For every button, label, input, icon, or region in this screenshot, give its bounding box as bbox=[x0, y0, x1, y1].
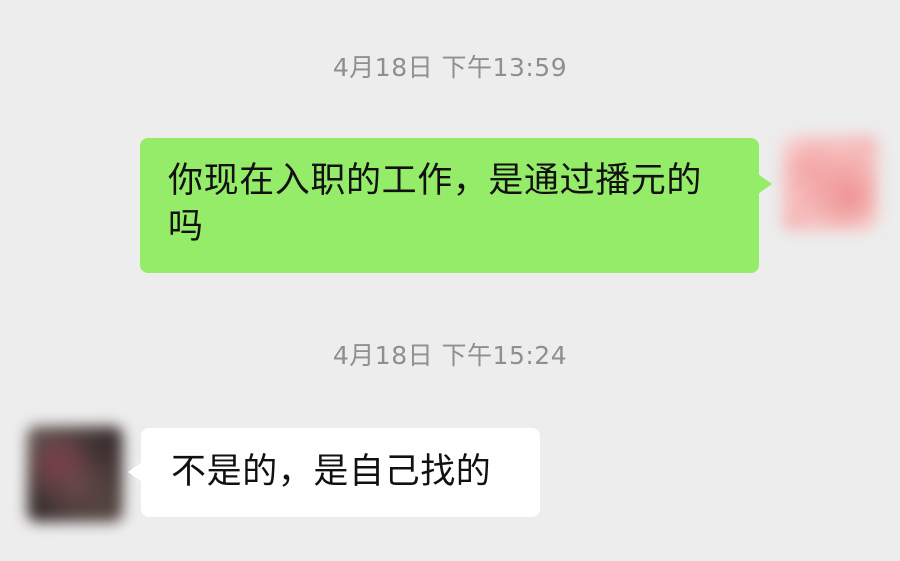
message-timestamp: 4月18日 下午13:59 bbox=[332, 53, 568, 82]
avatar-self[interactable] bbox=[782, 135, 878, 231]
incoming-message-bubble[interactable]: 不是的，是自己找的 bbox=[128, 428, 540, 517]
avatar-contact[interactable] bbox=[27, 426, 123, 522]
message-text: 你现在入职的工作，是通过播元的吗 bbox=[168, 161, 703, 247]
message-text: 不是的，是自己找的 bbox=[171, 452, 492, 492]
outgoing-message-bubble[interactable]: 你现在入职的工作，是通过播元的吗 bbox=[140, 138, 772, 273]
bubble-tail bbox=[758, 174, 772, 194]
message-timestamp: 4月18日 下午15:24 bbox=[332, 341, 568, 370]
bubble-tail bbox=[128, 462, 142, 482]
